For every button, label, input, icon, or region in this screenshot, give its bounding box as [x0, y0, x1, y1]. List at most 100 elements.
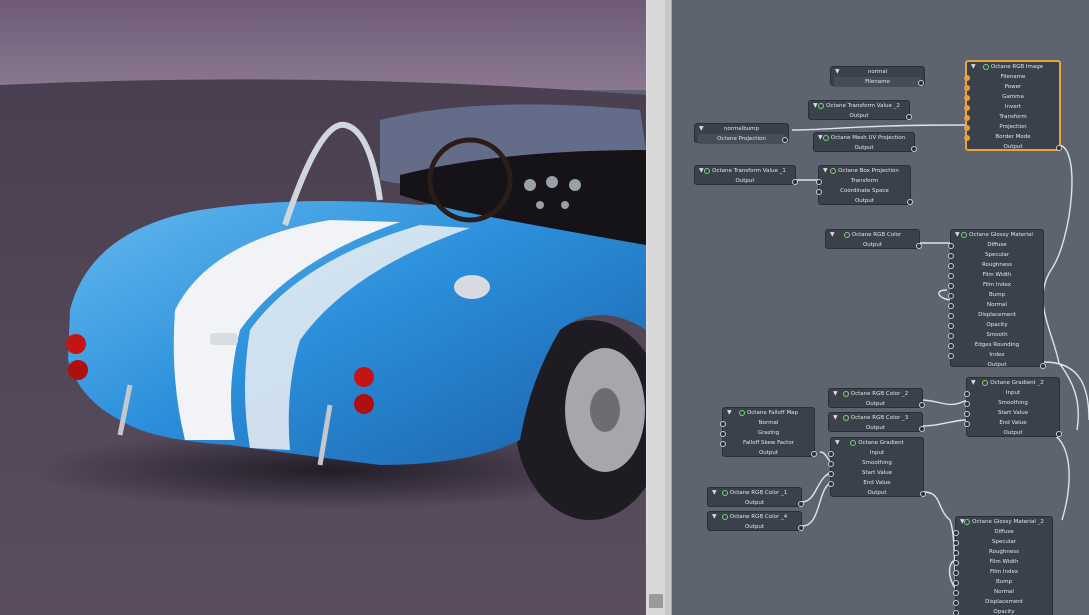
collapse-triangle-icon[interactable]: ▼ — [712, 512, 717, 522]
node-output[interactable]: Output — [708, 522, 804, 532]
node-input[interactable]: Border Mode — [964, 132, 1059, 142]
node-rgb-color-2[interactable]: ▼ Octane RGB Color _2 Output — [828, 388, 925, 408]
output-pin[interactable] — [907, 199, 913, 205]
node-output[interactable]: Output — [951, 360, 1046, 370]
node-rgb-color-3[interactable]: ▼ Octane RGB Color _3 Output — [828, 412, 925, 432]
node-input[interactable]: Normal — [720, 418, 814, 428]
node-output[interactable]: Output — [826, 240, 922, 250]
node-input[interactable]: Invert — [964, 102, 1059, 112]
input-pin[interactable] — [948, 263, 954, 269]
node-input[interactable]: Filename — [964, 72, 1059, 82]
collapse-triangle-icon[interactable]: ▼ — [813, 101, 818, 111]
node-transform-value-2[interactable]: ▼ Octane Transform Value _2 Output — [808, 100, 912, 120]
node-field[interactable]: Octane Projection — [698, 134, 788, 144]
input-pin[interactable] — [953, 530, 959, 536]
node-normalbump[interactable]: ▼ normalbump Octane Projection — [694, 123, 789, 144]
node-input[interactable]: Grazing — [720, 428, 814, 438]
node-normal[interactable]: ▼ normal Filename — [830, 66, 925, 87]
input-pin[interactable] — [948, 343, 954, 349]
node-input[interactable]: Smoothing — [964, 398, 1059, 408]
node-output[interactable]: Output — [967, 142, 1062, 152]
node-box-projection[interactable]: ▼ Octane Box Projection Transform Coordin… — [816, 165, 913, 206]
input-pin[interactable] — [964, 115, 970, 121]
scrollbar-thumb[interactable] — [649, 594, 663, 608]
node-header[interactable]: ▼ Octane Transform Value _2 — [809, 101, 909, 111]
node-header[interactable]: ▼ Octane Glossy Material _2 — [956, 517, 1052, 527]
collapse-triangle-icon[interactable]: ▼ — [833, 389, 838, 399]
input-pin[interactable] — [948, 323, 954, 329]
node-output[interactable]: Output — [708, 498, 804, 508]
input-pin[interactable] — [828, 461, 834, 467]
node-gradient-2[interactable]: ▼ Octane Gradient _2 Input Smoothing Star… — [964, 377, 1062, 438]
output-pin[interactable] — [798, 501, 804, 507]
node-output[interactable]: Output — [814, 143, 917, 153]
input-pin[interactable] — [964, 421, 970, 427]
node-glossy-material-2[interactable]: ▼ Octane Glossy Material _2 Diffuse Specu… — [953, 516, 1053, 615]
input-pin[interactable] — [828, 481, 834, 487]
collapse-triangle-icon[interactable]: ▼ — [818, 133, 823, 143]
input-pin[interactable] — [964, 105, 970, 111]
node-header[interactable]: ▼ Octane RGB Color _4 — [708, 512, 801, 522]
node-input[interactable]: Start Value — [964, 408, 1059, 418]
input-pin[interactable] — [964, 135, 970, 141]
input-pin[interactable] — [720, 421, 726, 427]
output-pin[interactable] — [919, 426, 925, 432]
collapse-triangle-icon[interactable]: ▼ — [712, 488, 717, 498]
node-output[interactable]: Output — [819, 196, 913, 206]
input-pin[interactable] — [953, 550, 959, 556]
input-pin[interactable] — [816, 179, 822, 185]
input-pin[interactable] — [948, 253, 954, 259]
collapse-triangle-icon[interactable]: ▼ — [835, 67, 840, 77]
node-mesh-uv-projection[interactable]: ▼ Octane Mesh UV Projection Output — [813, 132, 917, 153]
node-output[interactable]: Output — [695, 176, 798, 186]
node-header[interactable]: ▼ Octane Falloff Map — [723, 408, 814, 418]
node-input[interactable]: Roughness — [953, 547, 1052, 557]
node-input[interactable]: Transform — [816, 176, 910, 186]
output-pin[interactable] — [1056, 145, 1062, 151]
node-header[interactable]: ▼ Octane Glossy Material — [951, 230, 1043, 240]
output-pin[interactable] — [782, 137, 788, 143]
node-transform-value-1[interactable]: ▼ Octane Transform Value _1 Output — [694, 165, 798, 186]
node-header[interactable]: ▼ Octane Transform Value _1 — [695, 166, 795, 176]
input-pin[interactable] — [964, 85, 970, 91]
node-input[interactable]: Film Index — [953, 567, 1052, 577]
collapse-triangle-icon[interactable]: ▼ — [833, 413, 838, 423]
input-pin[interactable] — [948, 333, 954, 339]
node-input[interactable]: Normal — [953, 587, 1052, 597]
node-input[interactable]: Coordinate Space — [816, 186, 910, 196]
input-pin[interactable] — [964, 401, 970, 407]
node-input[interactable]: Normal — [948, 300, 1043, 310]
node-input[interactable]: Projection — [964, 122, 1059, 132]
node-input[interactable]: Roughness — [948, 260, 1043, 270]
node-header[interactable]: ▼ Octane RGB Color _3 — [829, 413, 922, 423]
node-header[interactable]: ▼ Octane RGB Color — [826, 230, 919, 240]
node-output[interactable]: Output — [723, 448, 817, 458]
node-input[interactable]: Displacement — [953, 597, 1052, 607]
viewport-splitter[interactable] — [646, 0, 672, 615]
input-pin[interactable] — [720, 431, 726, 437]
node-input[interactable]: End Value — [964, 418, 1059, 428]
input-pin[interactable] — [953, 600, 959, 606]
node-field[interactable]: Filename — [834, 77, 924, 87]
collapse-triangle-icon[interactable]: ▼ — [835, 438, 840, 448]
node-header[interactable]: ▼ normalbump — [695, 124, 788, 134]
input-pin[interactable] — [953, 560, 959, 566]
node-rgb-color[interactable]: ▼ Octane RGB Color Output — [825, 229, 922, 250]
collapse-triangle-icon[interactable]: ▼ — [699, 124, 704, 134]
output-pin[interactable] — [1040, 363, 1046, 369]
output-pin[interactable] — [911, 146, 917, 152]
node-input[interactable]: Displacement — [948, 310, 1043, 320]
input-pin[interactable] — [720, 441, 726, 447]
node-falloff-map[interactable]: ▼ Octane Falloff Map Normal Grazing Fallo… — [720, 407, 817, 458]
node-input[interactable]: Bump — [953, 577, 1052, 587]
output-pin[interactable] — [1056, 431, 1062, 437]
node-input[interactable]: Film Width — [953, 557, 1052, 567]
input-pin[interactable] — [964, 75, 970, 81]
node-input[interactable]: Specular — [948, 250, 1043, 260]
node-output[interactable]: Output — [967, 428, 1062, 438]
node-input[interactable]: Diffuse — [953, 527, 1052, 537]
node-rgb-color-4[interactable]: ▼ Octane RGB Color _4 Output — [707, 511, 804, 532]
output-pin[interactable] — [918, 80, 924, 86]
node-input[interactable]: Gamma — [964, 92, 1059, 102]
output-pin[interactable] — [916, 243, 922, 249]
